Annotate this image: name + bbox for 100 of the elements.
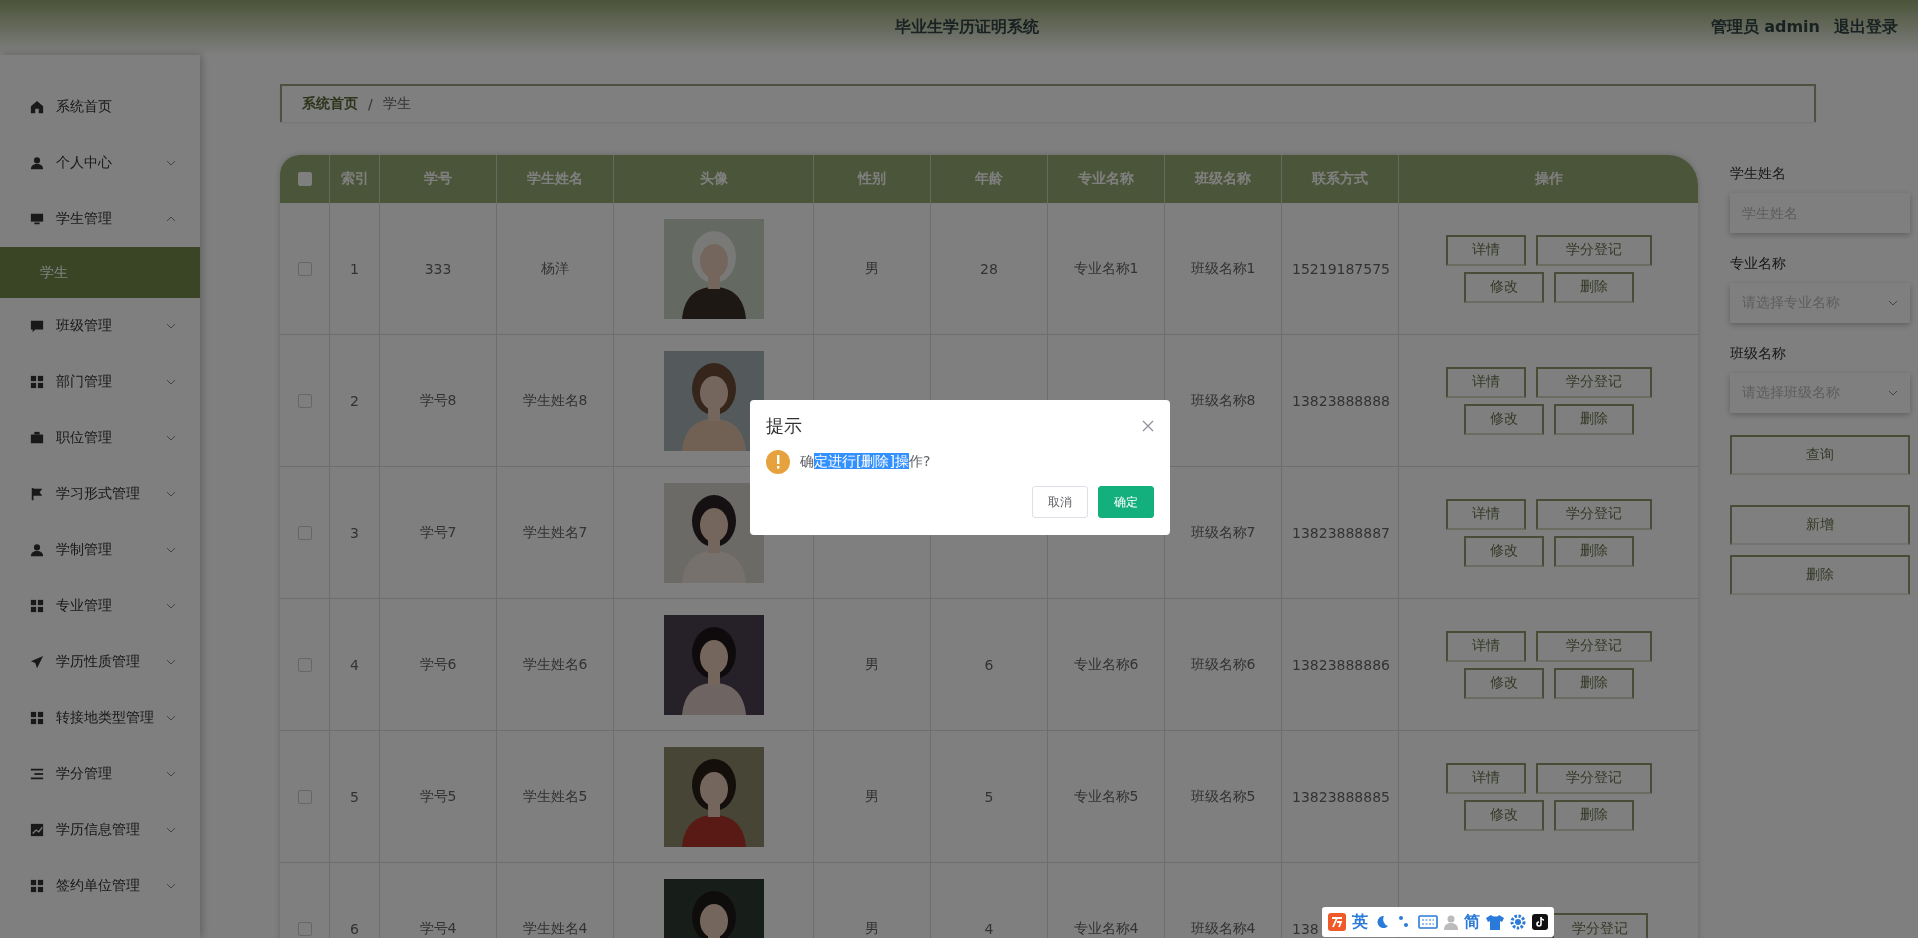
action-button[interactable]: 修改 (1463, 667, 1544, 699)
table-cell: 男 (813, 863, 930, 938)
grid-icon (30, 375, 44, 389)
action-button[interactable]: 删除 (1553, 799, 1634, 831)
sidebar-item[interactable]: 系统首页 (0, 79, 200, 135)
row-checkbox[interactable] (297, 657, 312, 672)
table-cell: 男 (813, 731, 930, 862)
sidebar-item[interactable]: 学分管理 (0, 746, 200, 802)
panel-button[interactable]: 新增 (1730, 505, 1910, 545)
keyboard-icon[interactable] (1418, 915, 1438, 929)
breadcrumb-separator: / (368, 96, 373, 112)
sidebar-item[interactable]: 职位管理 (0, 410, 200, 466)
shirt-icon[interactable] (1486, 914, 1504, 930)
sidebar-item[interactable]: 班级管理 (0, 298, 200, 354)
row-checkbox[interactable] (297, 525, 312, 540)
table-cell: 专业名称1 (1047, 203, 1164, 334)
action-button[interactable]: 详情 (1445, 630, 1526, 662)
panel-button[interactable]: 删除 (1730, 555, 1910, 595)
table-cell: 学号8 (379, 335, 496, 466)
table-cell: 5 (930, 731, 1047, 862)
action-button[interactable]: 详情 (1445, 762, 1526, 794)
table-cell: 专业名称6 (1047, 599, 1164, 730)
row-checkbox[interactable] (297, 261, 312, 276)
action-button[interactable]: 删除 (1553, 403, 1634, 435)
ime-script-label[interactable]: 简 (1464, 911, 1480, 933)
action-button[interactable]: 修改 (1463, 535, 1544, 567)
table-cell: 班级名称4 (1164, 863, 1281, 938)
row-checkbox[interactable] (297, 789, 312, 804)
sidebar-item[interactable]: 学生管理 (0, 191, 200, 247)
column-header: 年龄 (930, 155, 1047, 203)
breadcrumb-item: 学生 (382, 95, 411, 113)
action-button[interactable]: 删除 (1553, 535, 1634, 567)
action-button[interactable]: 学分登记 (1535, 366, 1652, 398)
table-cell: 专业名称4 (1047, 863, 1164, 938)
sidebar-item[interactable]: 学历信息管理 (0, 802, 200, 858)
table-cell: 学生姓名4 (496, 863, 613, 938)
ime-mode-label[interactable]: 英 (1352, 911, 1368, 933)
field-label: 专业名称 (1730, 255, 1787, 273)
table-cell: 学号7 (379, 467, 496, 598)
select-all-checkbox[interactable] (297, 172, 312, 186)
chevron-icon (1888, 390, 1898, 396)
action-button[interactable]: 修改 (1463, 799, 1544, 831)
dialog-title: 提示 (766, 414, 802, 438)
sidebar-item[interactable]: 专业管理 (0, 578, 200, 634)
chevron-icon (1888, 300, 1898, 306)
table-cell: 学号5 (379, 731, 496, 862)
column-header: 学号 (379, 155, 496, 203)
action-button[interactable]: 学分登记 (1551, 913, 1648, 938)
settings-icon[interactable] (1510, 914, 1526, 930)
grid-icon (30, 711, 44, 725)
paper-plane-icon (30, 655, 44, 669)
ime-logo-icon[interactable] (1328, 913, 1346, 931)
chart-icon (30, 823, 44, 837)
sidebar-item[interactable]: 学习形式管理 (0, 466, 200, 522)
monitor-icon (30, 212, 44, 226)
action-button[interactable]: 学分登记 (1535, 762, 1652, 794)
action-button[interactable]: 学分登记 (1535, 234, 1652, 266)
table-cell: 13823888885 (1281, 731, 1398, 862)
table-cell: 专业名称5 (1047, 731, 1164, 862)
sidebar-item[interactable]: 个人中心 (0, 135, 200, 191)
action-button[interactable]: 详情 (1445, 234, 1526, 266)
table-cell: 班级名称6 (1164, 599, 1281, 730)
column-header: 学生姓名 (496, 155, 613, 203)
table-cell: 13823888887 (1281, 467, 1398, 598)
close-icon[interactable] (1142, 420, 1154, 432)
table-cell: 5 (329, 731, 379, 862)
sidebar-item[interactable]: 学制管理 (0, 522, 200, 578)
row-checkbox[interactable] (297, 921, 312, 936)
briefcase-icon (30, 431, 44, 445)
action-button[interactable]: 详情 (1445, 366, 1526, 398)
logout-link[interactable]: 退出登录 (1834, 17, 1898, 38)
table-cell: 2 (329, 335, 379, 466)
table-cell: 4 (930, 863, 1047, 938)
action-button[interactable]: 修改 (1463, 403, 1544, 435)
sidebar-subitem[interactable]: 学生 (0, 247, 200, 298)
sidebar-item[interactable]: 签约单位管理 (0, 858, 200, 914)
action-button[interactable]: 修改 (1463, 271, 1544, 303)
table-cell: 4 (329, 599, 379, 730)
sidebar-item[interactable]: 学历性质管理 (0, 634, 200, 690)
action-button[interactable]: 学分登记 (1535, 498, 1652, 530)
sidebar-item[interactable]: 转接地类型管理 (0, 690, 200, 746)
user-label: 管理员 admin (1710, 17, 1820, 38)
person-icon[interactable] (1444, 914, 1458, 930)
breadcrumb-item[interactable]: 系统首页 (302, 95, 358, 113)
sidebar-item[interactable]: 部门管理 (0, 354, 200, 410)
row-checkbox[interactable] (297, 393, 312, 408)
music-note-icon[interactable] (1532, 914, 1548, 930)
table-cell: 学生姓名6 (496, 599, 613, 730)
cancel-button[interactable]: 取消 (1032, 486, 1088, 518)
field-label: 学生姓名 (1730, 165, 1787, 183)
table-cell: 6 (329, 863, 379, 938)
confirm-button[interactable]: 确定 (1098, 486, 1154, 518)
chat-icon (30, 319, 44, 333)
action-button[interactable]: 删除 (1553, 667, 1634, 699)
flag-icon (30, 487, 44, 501)
column-header: 索引 (329, 155, 379, 203)
action-button[interactable]: 学分登记 (1535, 630, 1652, 662)
action-button[interactable]: 详情 (1445, 498, 1526, 530)
panel-button[interactable]: 查询 (1730, 435, 1910, 475)
action-button[interactable]: 删除 (1553, 271, 1634, 303)
